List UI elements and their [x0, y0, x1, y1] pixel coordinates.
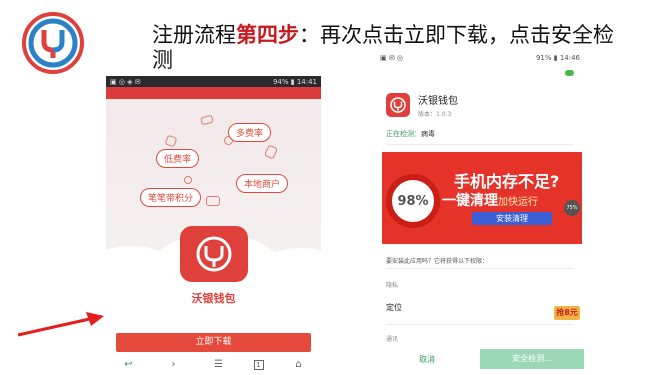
- security-scan-button[interactable]: 安全检测...: [480, 349, 584, 369]
- tag-multi-rate: 多费率: [228, 123, 272, 142]
- notification-dot-icon: [565, 70, 574, 76]
- status-time: 94% ▮ 14:41: [272, 77, 317, 86]
- app-logo-icon: [180, 226, 248, 282]
- browser-topbar: [106, 87, 321, 99]
- menu-icon[interactable]: ☰: [209, 359, 229, 370]
- app-title: 沃银钱包: [418, 96, 458, 107]
- pointer-arrow-icon: [17, 312, 104, 337]
- install-clean-button[interactable]: 安装清理: [472, 212, 552, 225]
- scan-status-label: 正在检测：: [386, 130, 421, 138]
- coupon-badge[interactable]: 抢8元: [554, 306, 580, 320]
- scan-status: 正在检测：病毒: [386, 129, 435, 139]
- doodle-icon: [184, 176, 192, 184]
- tag-points: 笔笔带积分: [140, 188, 202, 207]
- divider: [386, 268, 574, 269]
- browser-nav-bar: ↩ › ☰ 1 ⌂: [106, 357, 321, 372]
- scan-status-value: 病毒: [421, 130, 435, 138]
- tutorial-slide: 注册流程第四步：再次点击立即下载，点击安全检测 ▣ ◎ ◈ ✉ 94% ▮ 14…: [0, 0, 667, 375]
- divider: [386, 144, 574, 145]
- download-now-button[interactable]: 立即下载: [116, 333, 311, 352]
- tag-low-rate: 低费率: [156, 149, 200, 168]
- tag-local-merchant: 本地商户: [236, 174, 289, 193]
- app-name: 沃银钱包: [191, 292, 236, 305]
- divider: [386, 324, 574, 325]
- status-time: 91% ▮ 14:46: [535, 54, 580, 62]
- doodle-icon: [206, 196, 220, 206]
- permission-location: 定位: [386, 303, 402, 312]
- forward-icon[interactable]: ›: [164, 359, 184, 370]
- title-prefix: 注册流程: [152, 23, 236, 47]
- right-phone-screenshot: ▣ ✉ ◎ 91% ▮ 14:46 沃银钱包 版本：1.0.3 正在检测：病毒 …: [374, 52, 586, 372]
- permission-question: 要安装此应用吗？它将获得以下权限：: [386, 258, 489, 265]
- status-bar: ▣ ✉ ◎ 91% ▮ 14:46: [374, 52, 586, 64]
- ad-subheadline-sub: 加快运行: [498, 197, 538, 208]
- status-icons: ▣ ✉ ◎: [380, 54, 404, 62]
- ad-corner-badge: 75%: [564, 200, 580, 216]
- cleaner-ad-banner[interactable]: 98% 手机内存不足? 一键清理加快运行 安装清理 75%: [382, 152, 582, 244]
- app-header: 沃银钱包 版本：1.0.3: [386, 92, 458, 118]
- app-logo-icon: [386, 93, 410, 117]
- action-bar: 取消 安全检测...: [374, 348, 586, 370]
- app-version: 版本：1.0.3: [418, 111, 452, 118]
- home-icon[interactable]: ⌂: [289, 359, 309, 370]
- tabs-icon[interactable]: 1: [253, 359, 264, 370]
- section-privacy: 隐私: [386, 282, 399, 289]
- ad-subheadline: 一键清理加快运行: [442, 190, 538, 210]
- back-icon[interactable]: ↩: [119, 359, 139, 370]
- ad-subheadline-main: 一键清理: [442, 193, 498, 209]
- status-icons: ▣ ◎ ◈ ✉: [110, 77, 141, 86]
- title-highlight: 第四步: [236, 22, 299, 47]
- left-phone-screenshot: ▣ ◎ ◈ ✉ 94% ▮ 14:41 多费率 低费率 本地商户 笔笔带积分 沃…: [106, 76, 321, 372]
- cancel-button[interactable]: 取消: [374, 354, 480, 365]
- ad-headline: 手机内存不足?: [454, 172, 560, 191]
- section-communication: 通讯: [386, 336, 399, 343]
- status-bar: ▣ ◎ ◈ ✉ 94% ▮ 14:41: [106, 76, 321, 87]
- company-logo: [22, 12, 84, 74]
- memory-gauge: 98%: [386, 174, 440, 228]
